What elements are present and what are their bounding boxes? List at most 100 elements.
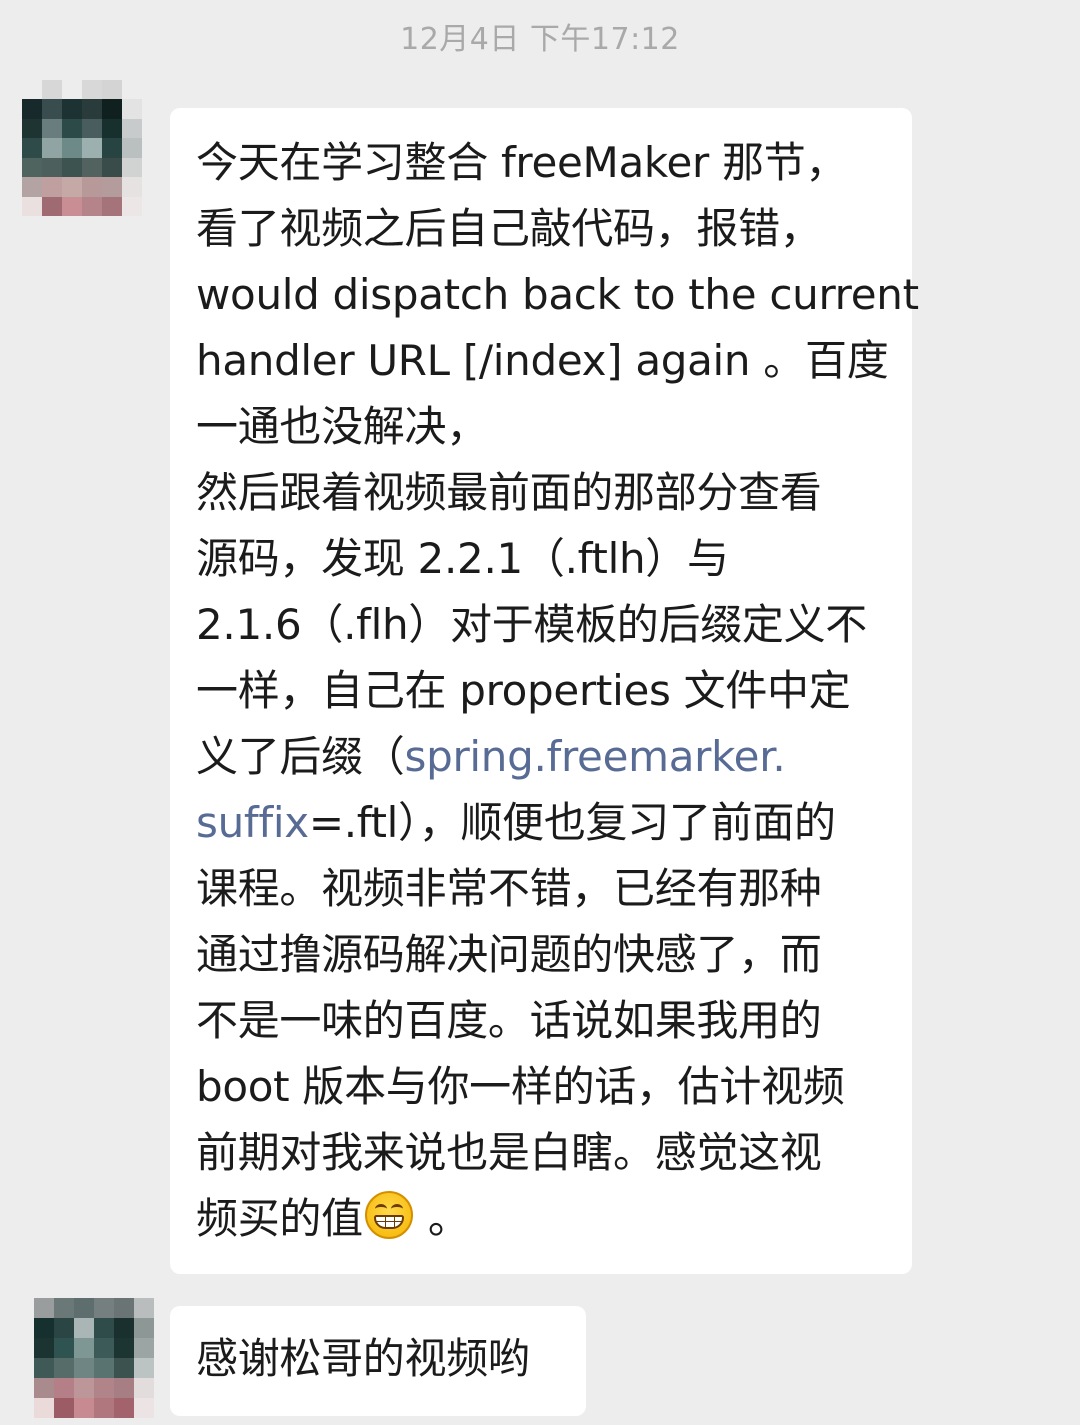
avatar-pixel: [22, 177, 42, 197]
message-text: handler URL [/index] again 。百度: [196, 336, 889, 385]
avatar-pixel: [102, 157, 122, 178]
avatar-pixel: [22, 196, 42, 216]
avatar-pixel: [114, 1318, 134, 1338]
avatar-pixel: [122, 99, 142, 119]
message-text: 感谢松哥的视频哟: [196, 1334, 530, 1383]
avatar-pixel: [54, 1298, 74, 1318]
avatar-pixel: [122, 177, 142, 197]
avatar-pixel: [22, 80, 42, 100]
message-text: 一样，自己在 properties 文件中定: [196, 666, 851, 715]
message-line: 源码，发现 2.2.1（.ftlh）与: [196, 526, 888, 592]
avatar-pixel: [62, 138, 82, 158]
avatar-pixel: [22, 118, 42, 139]
avatar-pixel: [94, 1318, 114, 1338]
avatar-pixel: [42, 157, 62, 178]
avatar-pixel: [22, 138, 42, 158]
message-text: 课程。视频非常不错，已经有那种: [196, 864, 822, 913]
avatar-pixel: [34, 1358, 54, 1378]
message-text: 通过撸源码解决问题的快感了，而: [196, 930, 822, 979]
avatar-pixel: [114, 1358, 134, 1378]
avatar-pixel: [74, 1318, 94, 1338]
avatar-pixel: [102, 99, 122, 119]
message-line: 然后跟着视频最前面的那部分查看: [196, 460, 888, 526]
message-line: 一通也没解决，: [196, 394, 888, 460]
message-line: would dispatch back to the current: [196, 262, 919, 328]
avatar-pixel: [54, 1378, 74, 1398]
avatar-pixel: [34, 1378, 54, 1398]
avatar-pixel: [62, 118, 82, 139]
avatar[interactable]: [34, 1298, 154, 1418]
avatar-pixel: [102, 196, 122, 216]
message-text: would dispatch back to the current: [196, 270, 919, 319]
message-line: 看了视频之后自己敲代码，报错，: [196, 196, 888, 262]
avatar-pixel: [114, 1298, 134, 1318]
avatar-pixel: [94, 1298, 114, 1318]
message-text: 然后跟着视频最前面的那部分查看: [196, 468, 822, 517]
message-line: 义了后缀（spring.freemarker.: [196, 724, 888, 790]
avatar-pixel: [54, 1318, 74, 1338]
message-line: boot 版本与你一样的话，估计视频: [196, 1054, 888, 1120]
message-line: 课程。视频非常不错，已经有那种: [196, 856, 888, 922]
avatar-pixel: [62, 99, 82, 119]
avatar-pixel: [102, 177, 122, 197]
message-line: 今天在学习整合 freeMaker 那节，: [196, 130, 888, 196]
avatar-pixel: [122, 80, 142, 100]
message-text: 一通也没解决，: [196, 402, 488, 451]
message-bubble[interactable]: 感谢松哥的视频哟: [170, 1306, 586, 1416]
avatar-pixel: [82, 118, 102, 139]
avatar-pixel: [114, 1338, 134, 1358]
avatar-pixel: [82, 99, 102, 119]
avatar-pixel: [82, 157, 102, 178]
avatar-pixel: [34, 1298, 54, 1318]
avatar-pixel: [74, 1338, 94, 1358]
avatar-pixel: [134, 1338, 154, 1358]
avatar-pixel: [62, 80, 82, 100]
message-line: 前期对我来说也是白瞎。感觉这视: [196, 1120, 888, 1186]
link-text[interactable]: suffix: [196, 798, 309, 847]
avatar-pixel: [54, 1358, 74, 1378]
avatar-pixel: [62, 157, 82, 178]
message-text: boot 版本与你一样的话，估计视频: [196, 1062, 845, 1111]
avatar-pixel: [122, 138, 142, 158]
avatar-pixel: [34, 1318, 54, 1338]
chat-timestamp: 12月4日 下午17:12: [400, 22, 680, 57]
avatar-pixel: [74, 1398, 94, 1418]
avatar-pixel: [42, 118, 62, 139]
message-line: 通过撸源码解决问题的快感了，而: [196, 922, 888, 988]
avatar-pixel: [34, 1338, 54, 1358]
avatar-pixel: [22, 99, 42, 119]
message-line: 不是一味的百度。话说如果我用的: [196, 988, 888, 1054]
message-bubble[interactable]: 今天在学习整合 freeMaker 那节， 看了视频之后自己敲代码，报错， woul…: [170, 108, 919, 1274]
avatar-pixel: [94, 1358, 114, 1378]
avatar-pixel: [122, 157, 142, 178]
avatar-pixel: [122, 196, 142, 216]
message-text: 不是一味的百度。话说如果我用的: [196, 996, 822, 1045]
avatar-pixel: [42, 196, 62, 216]
avatar-pixel: [94, 1398, 114, 1418]
avatar-pixel: [82, 196, 102, 216]
message-line: 频买的值 。: [196, 1186, 888, 1252]
avatar-pixel: [134, 1358, 154, 1378]
avatar-pixel: [134, 1318, 154, 1338]
avatar-pixel: [134, 1298, 154, 1318]
link-text[interactable]: spring.freemarker.: [405, 732, 786, 781]
message-text: 频买的值: [196, 1194, 363, 1243]
avatar-pixel: [94, 1378, 114, 1398]
avatar-pixel: [74, 1298, 94, 1318]
avatar-pixel: [42, 138, 62, 158]
message-text: =.ftl），顺便也复习了前面的: [308, 798, 836, 847]
message-line: 一样，自己在 properties 文件中定: [196, 658, 888, 724]
avatar-pixel: [42, 80, 62, 100]
avatar-pixel: [62, 177, 82, 197]
avatar[interactable]: [22, 80, 142, 216]
avatar-pixel: [82, 80, 102, 100]
avatar-pixel: [122, 118, 142, 139]
avatar-pixel: [82, 177, 102, 197]
avatar-pixel: [114, 1378, 134, 1398]
message-text: 今天在学习整合 freeMaker 那节，: [196, 138, 848, 187]
message-line: suffix=.ftl），顺便也复习了前面的: [196, 790, 888, 856]
avatar-pixel: [22, 157, 42, 178]
avatar-pixel: [42, 99, 62, 119]
message-line: handler URL [/index] again 。百度: [196, 328, 889, 394]
avatar-pixel: [42, 177, 62, 197]
